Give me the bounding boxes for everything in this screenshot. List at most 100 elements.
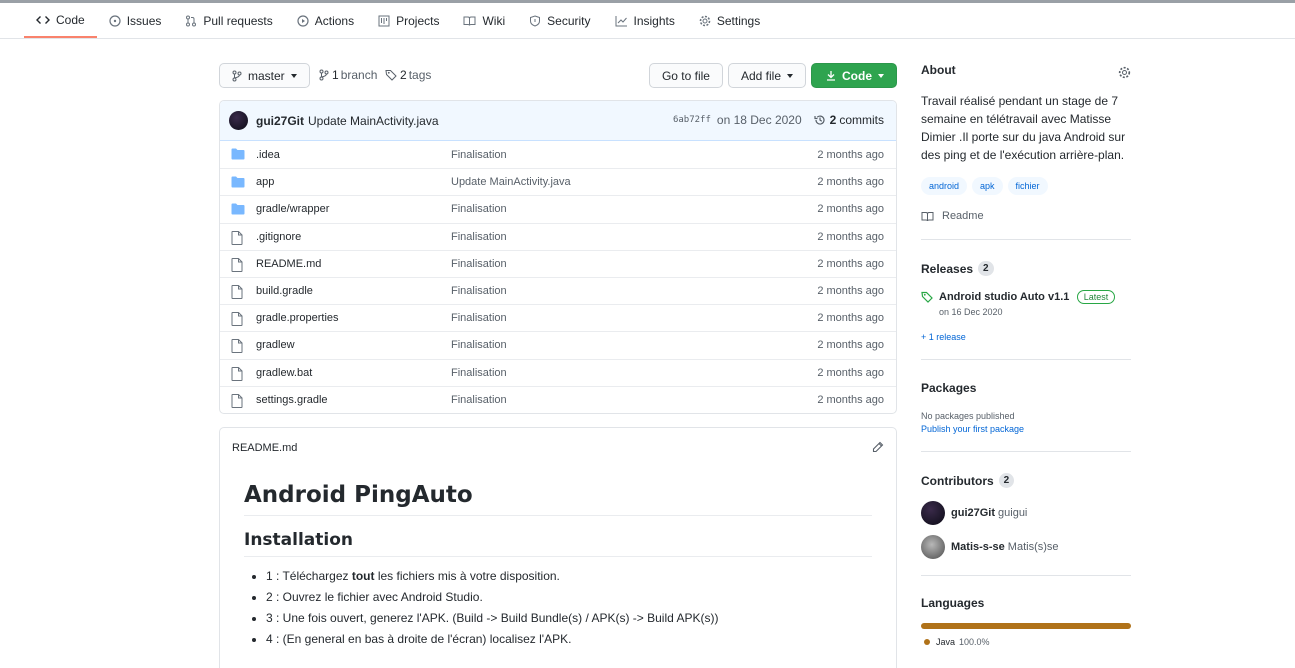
file-row[interactable]: settings.gradle Finalisation 2 months ago <box>220 385 896 413</box>
pencil-icon[interactable] <box>872 441 884 456</box>
file-commit-message[interactable]: Finalisation <box>451 258 507 270</box>
file-age: 2 months ago <box>817 366 884 379</box>
topic-tag[interactable]: apk <box>972 177 1003 195</box>
file-commit-message[interactable]: Finalisation <box>451 394 507 406</box>
add-file-button[interactable]: Add file <box>727 63 806 88</box>
file-name[interactable]: .gitignore <box>256 231 301 243</box>
releases-title-row[interactable]: Releases 2 <box>921 261 1131 276</box>
branch-select-button[interactable]: master <box>219 63 310 88</box>
latest-badge: Latest <box>1076 290 1116 304</box>
file-commit-message[interactable]: Finalisation <box>451 367 507 379</box>
branch-icon <box>232 70 242 82</box>
project-icon <box>378 15 390 27</box>
tab-pull-requests-label: Pull requests <box>203 13 273 28</box>
tab-actions[interactable]: Actions <box>285 3 366 38</box>
commit-sha[interactable]: 6ab72ff <box>673 115 711 125</box>
tab-projects[interactable]: Projects <box>366 3 451 38</box>
file-row[interactable]: build.gradle Finalisation 2 months ago <box>220 276 896 304</box>
play-icon <box>297 14 309 27</box>
folder-icon <box>231 203 245 218</box>
tab-wiki[interactable]: Wiki <box>451 3 517 38</box>
contributor-item[interactable]: gui27Git guigui <box>921 501 1131 525</box>
file-age: 2 months ago <box>817 339 884 352</box>
readme-step: 2 : Ouvrez le fichier avec Android Studi… <box>266 590 872 604</box>
no-packages-text: No packages published <box>921 411 1015 421</box>
tab-pull-requests[interactable]: Pull requests <box>173 3 284 38</box>
tags-link[interactable]: 2 tags <box>385 68 431 82</box>
file-commit-message[interactable]: Update MainActivity.java <box>451 176 571 188</box>
file-commit-message[interactable]: Finalisation <box>451 339 507 351</box>
latest-release[interactable]: Android studio Auto v1.1 Latest on 16 De… <box>921 289 1131 317</box>
chevron-down-icon <box>878 73 884 78</box>
file-list: .idea Finalisation 2 months ago app Update M… <box>220 141 896 413</box>
branch-word: branch <box>340 68 378 82</box>
file-name[interactable]: app <box>256 176 274 188</box>
readme-link[interactable]: Readme <box>921 210 1131 222</box>
topic-tag[interactable]: fichier <box>1007 177 1048 195</box>
contributor-item[interactable]: Matis-s-se Matis(s)se <box>921 535 1131 559</box>
file-name[interactable]: gradlew <box>256 339 295 351</box>
packages-title[interactable]: Packages <box>921 381 1131 395</box>
readme-step-text: 4 : (En general en bas à droite de l'écr… <box>266 632 572 646</box>
file-name[interactable]: settings.gradle <box>256 394 328 406</box>
repo-nav: Code Issues Pull requests Actions Projec… <box>0 3 1295 39</box>
tag-count: 2 <box>400 68 407 82</box>
gear-icon <box>699 15 711 27</box>
file-commit-message[interactable]: Finalisation <box>451 203 507 215</box>
file-age: 2 months ago <box>817 312 884 325</box>
publish-package-link[interactable]: Publish your first package <box>921 424 1131 434</box>
file-row[interactable]: .idea Finalisation 2 months ago <box>220 141 896 168</box>
file-row[interactable]: gradlew Finalisation 2 months ago <box>220 331 896 358</box>
readme-steps: 1 : Téléchargez tout les fichiers mis à … <box>244 569 872 646</box>
book-icon <box>921 211 934 222</box>
topic-list: android apk fichier <box>921 177 1131 195</box>
go-to-file-button[interactable]: Go to file <box>648 63 723 88</box>
tab-wiki-label: Wiki <box>482 13 506 28</box>
commit-count-word: commits <box>839 113 884 127</box>
file-row[interactable]: .gitignore Finalisation 2 months ago <box>220 222 896 250</box>
more-releases-link[interactable]: + 1 release <box>921 332 1131 342</box>
tab-settings[interactable]: Settings <box>687 3 772 38</box>
tab-insights[interactable]: Insights <box>603 3 687 38</box>
file-row[interactable]: gradlew.bat Finalisation 2 months ago <box>220 358 896 386</box>
readme-step: 1 : Téléchargez tout les fichiers mis à … <box>266 569 872 583</box>
file-name[interactable]: README.md <box>256 258 321 270</box>
file-commit-message[interactable]: Finalisation <box>451 312 507 324</box>
contributors-title-row[interactable]: Contributors 2 <box>921 473 1131 488</box>
language-item[interactable]: Java 100.0% <box>921 637 1131 647</box>
file-commit-message[interactable]: Finalisation <box>451 149 507 161</box>
file-commit-message[interactable]: Finalisation <box>451 231 507 243</box>
file-name[interactable]: gradlew.bat <box>256 367 312 379</box>
tab-code[interactable]: Code <box>24 3 97 38</box>
tab-security[interactable]: Security <box>517 3 602 38</box>
tab-issues[interactable]: Issues <box>97 3 174 38</box>
file-name[interactable]: build.gradle <box>256 285 313 297</box>
file-name[interactable]: .idea <box>256 149 280 161</box>
commit-author[interactable]: gui27Git <box>256 114 304 128</box>
file-icon <box>231 393 243 411</box>
download-icon <box>826 70 836 81</box>
releases-title: Releases <box>921 261 974 276</box>
commits-history-link[interactable]: 2 commits <box>814 113 884 127</box>
code-download-button[interactable]: Code <box>811 63 897 88</box>
commit-message[interactable]: Update MainActivity.java <box>308 114 439 128</box>
readme-step: 4 : (En general en bas à droite de l'écr… <box>266 632 872 646</box>
file-row[interactable]: gradle.properties Finalisation 2 months ag… <box>220 304 896 331</box>
about-section: About Travail réalisé pendant un stage d… <box>921 63 1131 222</box>
file-name[interactable]: gradle/wrapper <box>256 203 329 215</box>
commit-count: 2 <box>829 113 837 127</box>
file-row[interactable]: app Update MainActivity.java 2 months ago <box>220 168 896 195</box>
avatar[interactable] <box>229 111 248 130</box>
readme-step-text: 3 : Une fois ouvert, generez l'APK. (Bui… <box>266 611 719 625</box>
branches-link[interactable]: 1 branch <box>319 68 377 82</box>
folder-icon <box>231 148 245 163</box>
gear-icon[interactable] <box>1118 66 1131 82</box>
file-name[interactable]: gradle.properties <box>256 312 339 324</box>
topic-tag[interactable]: android <box>921 177 968 195</box>
file-row[interactable]: README.md Finalisation 2 months ago <box>220 249 896 277</box>
file-commit-message[interactable]: Finalisation <box>451 285 507 297</box>
tab-issues-label: Issues <box>126 13 162 28</box>
file-row[interactable]: gradle/wrapper Finalisation 2 months ago <box>220 195 896 222</box>
chevron-down-icon <box>787 73 793 78</box>
commit-date[interactable]: on 18 Dec 2020 <box>717 113 802 127</box>
